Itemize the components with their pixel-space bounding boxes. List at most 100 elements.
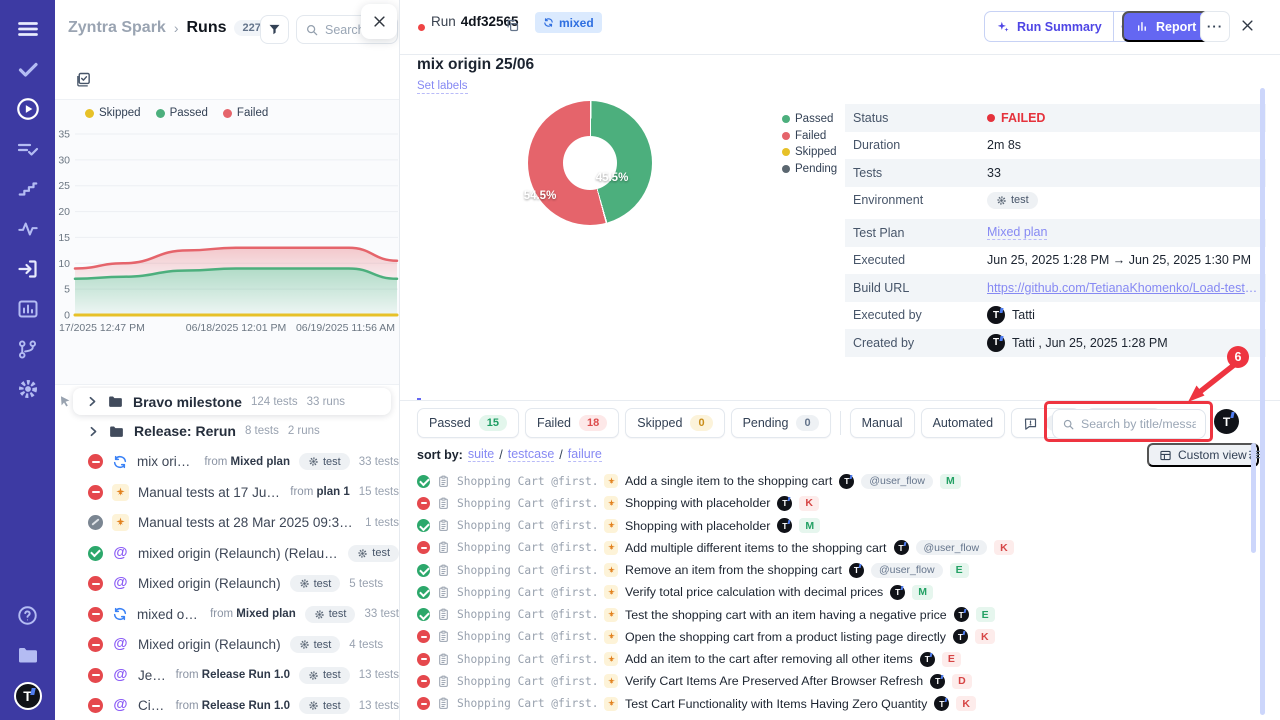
test-row[interactable]: Shopping Cart @first... Shopping with pl…: [417, 515, 1252, 537]
play-circle-icon[interactable]: [15, 96, 41, 122]
filter-automated-button[interactable]: Automated: [921, 408, 1005, 438]
folder-icon[interactable]: [15, 642, 41, 668]
copy-icon[interactable]: [505, 18, 520, 33]
relaunch-run-icon: [112, 545, 129, 562]
test-plan-link[interactable]: Mixed plan: [987, 225, 1047, 240]
run-list-item[interactable]: Circle CI run from Release Run 1.0 test …: [55, 691, 399, 720]
run-list-item[interactable]: mixed origin (Relaunch) from Mixed plan …: [55, 599, 399, 630]
legend-item[interactable]: Skipped: [85, 107, 141, 119]
run-list-item[interactable]: Manual tests at 17 Jun 2025 10:09 from p…: [55, 477, 399, 508]
check-icon[interactable]: [15, 56, 41, 82]
run-summary-button[interactable]: Run Summary: [984, 11, 1145, 42]
close-overlay-button[interactable]: [361, 4, 397, 39]
expand-chevron-icon[interactable]: [88, 426, 99, 437]
detail-tab[interactable]: [417, 370, 421, 400]
manual-test-icon: [604, 541, 618, 555]
filter-button[interactable]: [260, 15, 289, 44]
test-title: Add a single item to the shopping cart: [625, 474, 832, 488]
author-initial-badge: K: [994, 540, 1014, 555]
chart-box-icon[interactable]: [15, 296, 41, 322]
report-button[interactable]: Report: [1122, 11, 1210, 42]
run-list-item[interactable]: Release: Rerun 8 tests 2 runs: [55, 416, 399, 447]
test-row[interactable]: Shopping Cart @first... Add an item to t…: [417, 648, 1252, 670]
testcase-icon: [437, 475, 450, 488]
legend-item[interactable]: Passed: [156, 107, 208, 119]
info-row: Tests 33: [845, 159, 1266, 187]
info-value: TTatti: [987, 306, 1035, 324]
test-row[interactable]: Shopping Cart @first... Open the shoppin…: [417, 626, 1252, 648]
test-row[interactable]: Shopping Cart @first... Add a single ite…: [417, 470, 1252, 492]
test-row[interactable]: Shopping Cart @first... Verify Cart Item…: [417, 670, 1252, 692]
run-status-icon: [88, 668, 103, 683]
run-tests-count: 5 tests: [349, 578, 383, 590]
more-options-button[interactable]: [1200, 11, 1230, 42]
gear-icon[interactable]: [15, 376, 41, 402]
run-list-item[interactable]: Mixed origin (Relaunch) test 5 tests: [55, 569, 399, 600]
panel-scrollbar[interactable]: [1260, 88, 1265, 715]
test-row[interactable]: Shopping Cart @first... Add multiple dif…: [417, 537, 1252, 559]
legend-item[interactable]: Skipped: [782, 146, 837, 158]
legend-item[interactable]: Pending: [782, 163, 837, 175]
test-row[interactable]: Shopping Cart @first... Test the shoppin…: [417, 604, 1252, 626]
pulse-icon[interactable]: [15, 216, 41, 242]
custom-view-button[interactable]: Custom view: [1147, 443, 1259, 467]
sort-failure-link[interactable]: failure: [568, 447, 602, 462]
run-list-item[interactable]: mix origin 25/06 from Mixed plan test 33…: [55, 447, 399, 478]
relaunch-run-icon: [112, 636, 129, 653]
manual-run-icon: [112, 514, 129, 531]
filter-manual-button[interactable]: Manual: [850, 408, 915, 438]
donut-legend[interactable]: Passed Failed Skipped Pending: [782, 113, 837, 175]
assignee-filter-avatar[interactable]: T: [1214, 409, 1239, 434]
run-tests-count: 13 tests: [359, 700, 399, 712]
branch-icon[interactable]: [15, 336, 41, 362]
manual-run-icon: [112, 484, 129, 501]
test-row[interactable]: Shopping Cart @first... Shopping with pl…: [417, 492, 1252, 514]
list-check-icon[interactable]: [15, 136, 41, 162]
test-row[interactable]: Shopping Cart @first... Remove an item f…: [417, 559, 1252, 581]
menu-icon[interactable]: [15, 16, 41, 42]
filter-pending-button[interactable]: Pending0: [731, 408, 831, 438]
filter-skipped-button[interactable]: Skipped0: [625, 408, 724, 438]
build-url-link[interactable]: https://github.com/TetianaKhomenko/Load-…: [987, 281, 1258, 295]
test-row[interactable]: Shopping Cart @first... Verify total pri…: [417, 581, 1252, 603]
run-type-badge[interactable]: mixed: [535, 12, 602, 33]
mixed-run-icon: [112, 606, 128, 622]
test-suite-path: Shopping Cart @first...: [457, 519, 597, 532]
svg-text:5: 5: [64, 284, 70, 296]
chart-legend[interactable]: Skipped Passed Failed: [85, 107, 268, 119]
annotation-step-number: 6: [1227, 346, 1249, 368]
sort-testcase-link[interactable]: testcase: [508, 447, 555, 462]
legend-item[interactable]: Passed: [782, 113, 837, 125]
tests-scrollbar[interactable]: [1251, 443, 1256, 553]
testcase-icon: [437, 675, 450, 688]
test-row[interactable]: Shopping Cart @first... Test Cart Functi…: [417, 693, 1252, 715]
tests-search-input[interactable]: [1081, 417, 1196, 431]
steps-icon[interactable]: [15, 176, 41, 202]
run-list-item[interactable]: Bravo milestone 124 tests 33 runs: [73, 388, 391, 415]
sort-suite-link[interactable]: suite: [468, 447, 494, 462]
user-avatar[interactable]: T: [14, 682, 42, 710]
breadcrumb-app[interactable]: Zyntra Spark: [68, 19, 166, 37]
tests-search[interactable]: [1052, 409, 1206, 439]
test-title: Shopping with placeholder: [625, 496, 770, 510]
test-author-avatar: T: [894, 540, 909, 555]
run-list-item[interactable]: Mixed origin (Relaunch) test 4 tests: [55, 630, 399, 661]
set-labels-link[interactable]: Set labels: [417, 80, 468, 94]
sort-by-label: sort by:: [417, 448, 463, 462]
run-name: Jenkins run: [138, 668, 167, 683]
legend-item[interactable]: Failed: [223, 107, 268, 119]
select-runs-icon[interactable]: [75, 71, 92, 88]
run-list-item[interactable]: mixed origin (Relaunch) (Relaunch) test: [55, 538, 399, 569]
filter-passed-button[interactable]: Passed15: [417, 408, 519, 438]
expand-chevron-icon[interactable]: [87, 396, 98, 407]
help-icon[interactable]: [15, 602, 41, 628]
run-list-item[interactable]: Jenkins run from Release Run 1.0 test 13…: [55, 660, 399, 691]
run-list-item[interactable]: Manual tests at 28 Mar 2025 09:33 (Relau…: [55, 508, 399, 539]
legend-item[interactable]: Failed: [782, 130, 837, 142]
test-status-icon: [417, 497, 430, 510]
close-panel-icon[interactable]: [1240, 18, 1255, 33]
detail-tab[interactable]: [441, 370, 445, 400]
sign-in-icon[interactable]: [15, 256, 41, 282]
filter-failed-button[interactable]: Failed18: [525, 408, 619, 438]
detail-tab[interactable]: [465, 370, 469, 400]
